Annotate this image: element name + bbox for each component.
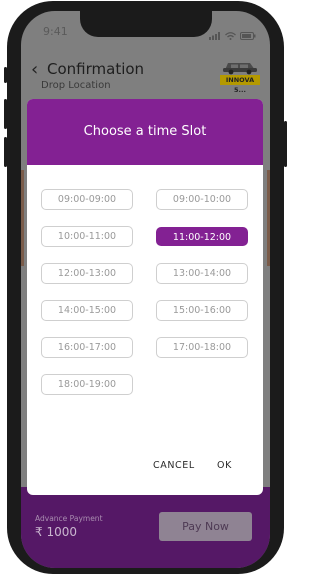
time-slot-button[interactable]: 12:00-13:00 (41, 263, 133, 284)
back-arrow-icon[interactable]: ‹ (31, 59, 38, 80)
cancel-button[interactable]: CANCEL (153, 460, 195, 471)
background-edge-right (267, 170, 270, 266)
volume-down-button (4, 137, 7, 167)
background-edge-left (21, 170, 24, 266)
dialog-title: Choose a time Slot (83, 124, 207, 139)
phone-screen: 9:41 ‹ Confirmation INNOVA 5... Drop Loc… (21, 11, 270, 568)
dialog-header: Choose a time Slot (27, 99, 263, 165)
time-slot-button[interactable]: 09:00-09:00 (41, 189, 133, 210)
status-icons (209, 25, 256, 44)
time-slot-button[interactable]: 10:00-11:00 (41, 226, 133, 247)
time-slot-button-selected[interactable]: 11:00-12:00 (156, 227, 248, 246)
wifi-icon (225, 25, 236, 44)
time-slot-button[interactable]: 09:00-10:00 (156, 189, 248, 210)
time-slot-button[interactable]: 18:00-19:00 (41, 374, 133, 395)
time-slot-button[interactable]: 13:00-14:00 (156, 263, 248, 284)
time-slot-button[interactable]: 14:00-15:00 (41, 300, 133, 321)
car-icon (223, 63, 257, 75)
ok-button[interactable]: OK (217, 460, 232, 471)
power-button (284, 121, 287, 167)
signal-icon (209, 25, 221, 44)
time-slot-button[interactable]: 15:00-16:00 (156, 300, 248, 321)
car-label: INNOVA 5... (220, 75, 260, 94)
advance-payment-label: Advance Payment (35, 514, 103, 523)
pay-now-button[interactable]: Pay Now (159, 512, 252, 541)
mute-switch (4, 67, 7, 83)
time-slot-button[interactable]: 16:00-17:00 (41, 337, 133, 358)
time-slot-dialog: Choose a time Slot 09:00-09:00 09:00-10:0… (27, 99, 263, 495)
time-slot-button[interactable]: 17:00-18:00 (156, 337, 248, 358)
background-peek-text: Drop Location (41, 80, 111, 91)
notch (80, 11, 212, 37)
battery-icon (240, 25, 256, 44)
payment-amount: ₹ 1000 (35, 525, 77, 539)
bottom-bar: Advance Payment ₹ 1000 Pay Now (21, 487, 270, 568)
volume-up-button (4, 99, 7, 129)
car-badge: INNOVA 5... (220, 57, 260, 94)
page-title: Confirmation (47, 60, 145, 78)
status-time: 9:41 (43, 25, 68, 38)
